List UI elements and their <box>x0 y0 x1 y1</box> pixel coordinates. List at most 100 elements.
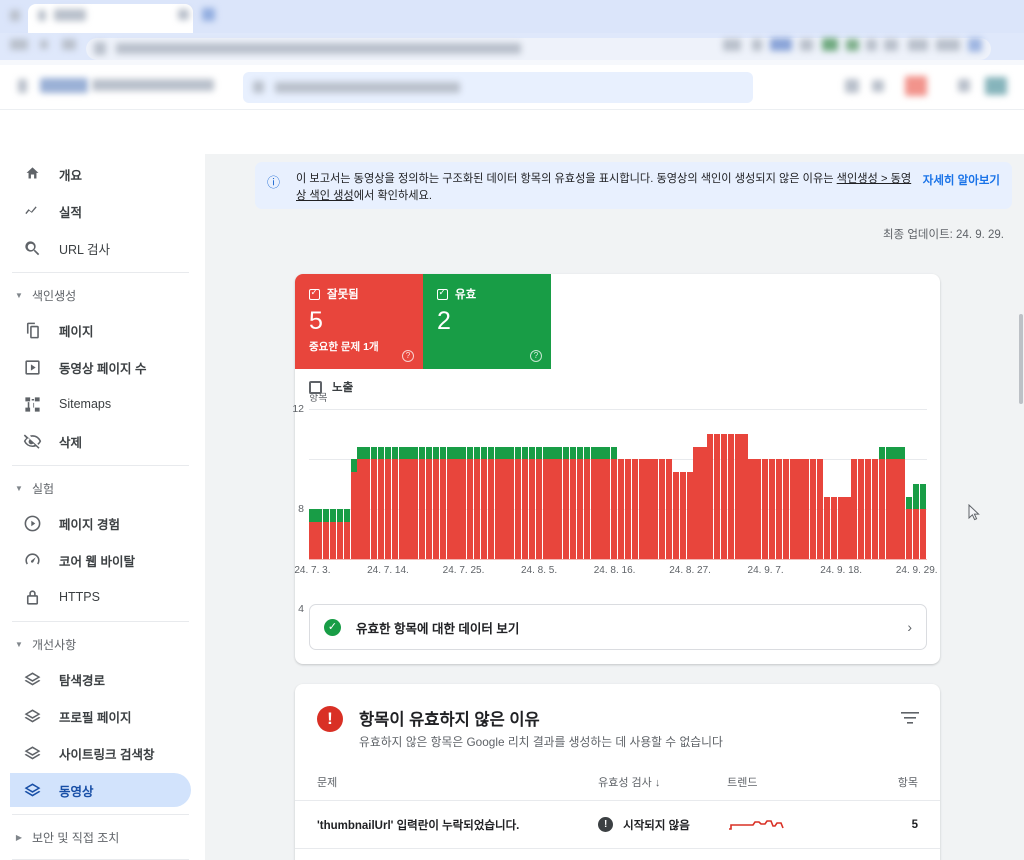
chart-bar[interactable] <box>378 447 384 560</box>
chart-bar[interactable] <box>721 434 727 559</box>
chart-bar[interactable] <box>844 497 850 560</box>
chart-bar[interactable] <box>426 447 432 560</box>
col-trend[interactable]: 트렌드 <box>727 766 850 801</box>
chart-bar[interactable] <box>584 447 590 560</box>
chart-bar[interactable] <box>440 447 446 560</box>
filter-icon[interactable] <box>900 710 920 750</box>
chart-bar[interactable] <box>769 459 775 559</box>
chart-bar[interactable] <box>570 447 576 560</box>
sidebar-item-video-pages[interactable]: 동영상 페이지 수 <box>10 350 191 384</box>
sidebar-item-pages[interactable]: 페이지 <box>10 313 191 347</box>
chart-bar[interactable] <box>447 447 453 560</box>
chart-bar[interactable] <box>865 459 871 559</box>
chart-bar[interactable] <box>474 447 480 560</box>
chart-bar[interactable] <box>405 447 411 560</box>
chart-bar[interactable] <box>810 459 816 559</box>
chart-bar[interactable] <box>879 447 885 560</box>
chart-bar[interactable] <box>316 509 322 559</box>
chart-bar[interactable] <box>762 459 768 559</box>
status-card-invalid[interactable]: 잘못됨 5 중요한 문제 1개 ? <box>295 274 423 369</box>
chart-bar[interactable] <box>707 434 713 559</box>
chart-bar[interactable] <box>618 459 624 559</box>
chart-bar[interactable] <box>892 447 898 560</box>
chart-bar[interactable] <box>748 459 754 559</box>
browser-profile-avatar[interactable] <box>968 38 982 52</box>
sidebar-item-performance[interactable]: 실적 <box>10 194 191 228</box>
help-icon[interactable]: ? <box>402 350 414 362</box>
chart-bar[interactable] <box>577 447 583 560</box>
chart-bar[interactable] <box>453 447 459 560</box>
chart-bar[interactable] <box>803 459 809 559</box>
chart-bar[interactable] <box>693 447 699 560</box>
chart-bar[interactable] <box>412 447 418 560</box>
chart-bar[interactable] <box>399 447 405 560</box>
chart-bar[interactable] <box>700 447 706 560</box>
chart-bar[interactable] <box>783 459 789 559</box>
chart-bar[interactable] <box>652 459 658 559</box>
chart-bar[interactable] <box>481 447 487 560</box>
chart-bar[interactable] <box>591 447 597 560</box>
sidebar-item-url-inspection[interactable]: URL 검사 <box>10 231 191 265</box>
chart-bar[interactable] <box>673 472 679 560</box>
chart-bar[interactable] <box>371 447 377 560</box>
sidebar-item-https[interactable]: HTTPS <box>10 580 191 614</box>
back-button[interactable] <box>10 39 28 50</box>
scrollbar-thumb[interactable] <box>1019 314 1023 404</box>
chart-bar[interactable] <box>385 447 391 560</box>
chart-bar[interactable] <box>790 459 796 559</box>
reload-button[interactable] <box>62 39 76 50</box>
chart-bar[interactable] <box>611 447 617 560</box>
chart-bar[interactable] <box>392 447 398 560</box>
chart-bar[interactable] <box>549 447 555 560</box>
chart-bar[interactable] <box>460 447 466 560</box>
sidebar-item-breadcrumbs[interactable]: 탐색경로 <box>10 662 191 696</box>
chart-bar[interactable] <box>495 447 501 560</box>
sidebar-item-sitemaps[interactable]: Sitemaps <box>10 387 191 421</box>
chart-bar[interactable] <box>597 447 603 560</box>
browser-tab-active[interactable] <box>28 4 193 33</box>
sidebar-item-removals[interactable]: 삭제 <box>10 424 191 458</box>
browser-tabstrip[interactable] <box>0 0 1024 33</box>
col-items[interactable]: 항목 <box>850 766 940 801</box>
sidebar-item-sitelinks-searchbox[interactable]: 사이트링크 검색창 <box>10 736 191 770</box>
sidebar-item-profile-pages[interactable]: 프로필 페이지 <box>10 699 191 733</box>
table-row[interactable]: 'thumbnailUrl' 입력란이 누락되었습니다. ! 시작되지 않음 5 <box>295 801 940 849</box>
chart-bar[interactable] <box>687 472 693 560</box>
header-search-input[interactable] <box>243 72 753 103</box>
chart-bar[interactable] <box>604 447 610 560</box>
chart-bar[interactable] <box>529 447 535 560</box>
chart-bar[interactable] <box>659 459 665 559</box>
sidebar-item-core-web-vitals[interactable]: 코어 웹 바이탈 <box>10 543 191 577</box>
chart-bar[interactable] <box>899 447 905 560</box>
chart-bar[interactable] <box>488 447 494 560</box>
sidebar-section-indexing[interactable]: ▼색인생성 <box>0 280 205 310</box>
chart-bar[interactable] <box>858 459 864 559</box>
chart-bar[interactable] <box>364 447 370 560</box>
chart-bar[interactable] <box>741 434 747 559</box>
chart-bar[interactable] <box>337 509 343 559</box>
chart-bar[interactable] <box>508 447 514 560</box>
chart-bar[interactable] <box>467 447 473 560</box>
site-info-icon[interactable] <box>94 42 106 55</box>
chart-bar[interactable] <box>906 497 912 560</box>
chart-bar[interactable] <box>625 459 631 559</box>
sidebar-item-overview[interactable]: 개요 <box>10 157 191 191</box>
sidebar-section-experience[interactable]: ▼실험 <box>0 473 205 503</box>
checkbox-checked-icon[interactable] <box>437 289 448 300</box>
chart-bar[interactable] <box>556 447 562 560</box>
chart-bar[interactable] <box>522 447 528 560</box>
chart-bar[interactable] <box>330 509 336 559</box>
header-icon[interactable] <box>872 80 884 92</box>
chart-bar[interactable] <box>563 447 569 560</box>
chart-bar[interactable] <box>920 484 926 559</box>
checkbox-checked-icon[interactable] <box>309 289 320 300</box>
chart-bar[interactable] <box>755 459 761 559</box>
chart-bar[interactable] <box>776 459 782 559</box>
chart-bar[interactable] <box>501 447 507 560</box>
chart-bar[interactable] <box>886 447 892 560</box>
forward-button[interactable] <box>40 40 48 49</box>
chart-bar[interactable] <box>838 497 844 560</box>
chart-bar[interactable] <box>433 447 439 560</box>
col-issue[interactable]: 문제 <box>295 766 598 801</box>
header-icon[interactable] <box>958 79 970 92</box>
